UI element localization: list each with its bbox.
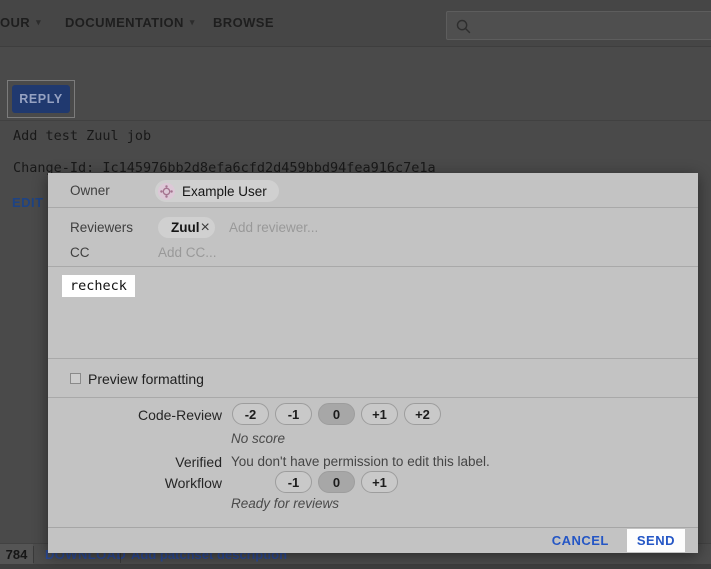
code-review-vote-buttons: -2 -1 0 +1 +2	[232, 403, 441, 425]
cancel-button[interactable]: CANCEL	[552, 533, 609, 548]
code-review-status: No score	[231, 431, 285, 446]
divider	[48, 266, 698, 267]
reply-message-textarea[interactable]: recheck	[62, 275, 135, 297]
divider	[48, 207, 698, 208]
vote-button-zero-selected[interactable]: 0	[318, 471, 355, 493]
reply-button[interactable]: REPLY	[12, 85, 70, 113]
reviewer-chip-name: Zuul	[171, 220, 200, 235]
code-review-label: Code-Review	[48, 407, 222, 423]
commit-message-subject: Add test Zuul job	[13, 128, 151, 144]
owner-chip-name: Example User	[182, 184, 267, 199]
cc-label: CC	[70, 245, 90, 260]
verified-permission-message: You don't have permission to edit this l…	[231, 454, 490, 469]
divider	[48, 358, 698, 359]
preview-formatting-label: Preview formatting	[88, 371, 204, 387]
avatar-identicon-icon	[158, 183, 175, 200]
nav-item-your[interactable]: OUR ▾	[0, 15, 41, 33]
nav-item-documentation-label: DOCUMENTATION	[65, 15, 184, 30]
nav-item-your-label: OUR	[0, 15, 30, 30]
add-reviewer-input[interactable]: Add reviewer...	[229, 220, 318, 235]
top-navigation-bar: OUR ▾ DOCUMENTATION ▾ BROWSE	[0, 0, 711, 47]
workflow-label: Workflow	[48, 475, 222, 491]
nav-item-browse-label: BROWSE	[213, 15, 274, 30]
verified-label: Verified	[48, 454, 222, 470]
vote-button-minus2[interactable]: -2	[232, 403, 269, 425]
gerrit-change-screen: OUR ▾ DOCUMENTATION ▾ BROWSE REPLY Add tes…	[0, 0, 711, 569]
vote-button-plus1[interactable]: +1	[361, 471, 398, 493]
reviewers-label: Reviewers	[70, 220, 133, 235]
add-cc-input[interactable]: Add CC...	[158, 245, 217, 260]
search-input[interactable]	[446, 11, 711, 40]
avatar	[158, 183, 175, 200]
owner-chip[interactable]: Example User	[155, 180, 279, 202]
patchset-number[interactable]: 784	[0, 544, 33, 565]
vote-button-zero-selected[interactable]: 0	[318, 403, 355, 425]
bottom-strip	[0, 564, 711, 569]
workflow-vote-buttons: -1 0 +1	[275, 471, 398, 493]
nav-item-documentation[interactable]: DOCUMENTATION ▾	[65, 15, 195, 33]
owner-label: Owner	[70, 183, 110, 198]
send-button[interactable]: SEND	[627, 529, 685, 552]
nav-item-browse[interactable]: BROWSE	[213, 15, 274, 33]
close-icon[interactable]: ×	[201, 220, 210, 236]
vote-button-plus1[interactable]: +1	[361, 403, 398, 425]
vote-button-minus1[interactable]: -1	[275, 403, 312, 425]
workflow-status: Ready for reviews	[231, 496, 339, 511]
divider	[48, 397, 698, 398]
search-icon	[455, 18, 472, 35]
chevron-down-icon: ▾	[36, 17, 41, 27]
dialog-footer: CANCEL SEND	[48, 527, 698, 553]
chevron-down-icon: ▾	[190, 17, 195, 27]
edit-link[interactable]: EDIT	[12, 195, 44, 210]
reply-button-focus-ring: REPLY	[7, 80, 75, 118]
reply-dialog: Owner Example User Reviewers Zuul × Add …	[48, 173, 698, 553]
vote-button-minus1[interactable]: -1	[275, 471, 312, 493]
reviewer-chip-zuul[interactable]: Zuul ×	[158, 217, 215, 238]
vote-button-plus2[interactable]: +2	[404, 403, 441, 425]
divider	[33, 546, 34, 563]
divider	[0, 120, 711, 121]
preview-formatting-checkbox[interactable]	[70, 373, 81, 384]
